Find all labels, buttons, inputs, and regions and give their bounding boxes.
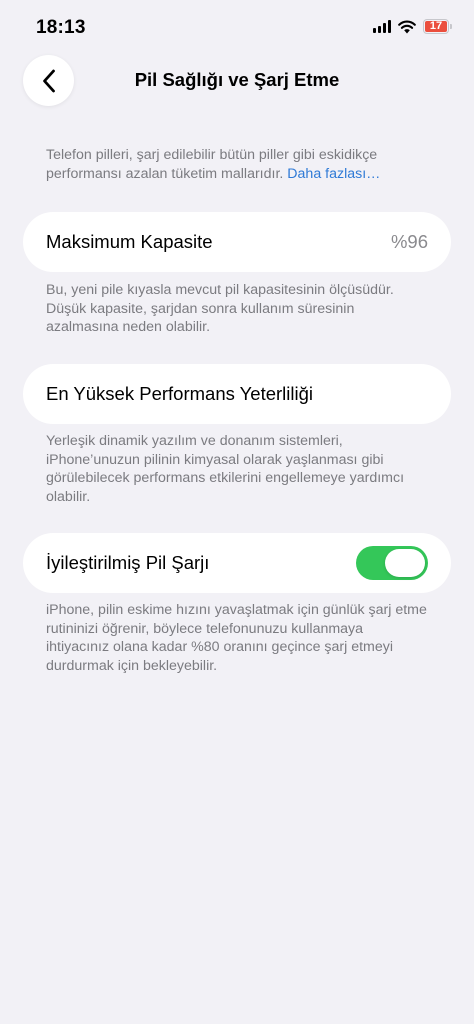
toggle-knob [385, 549, 425, 577]
optimized-charging-toggle[interactable] [356, 546, 428, 580]
max-capacity-label: Maksimum Kapasite [46, 231, 213, 252]
intro-note: Telefon pilleri, şarj edilebilir bütün p… [46, 146, 430, 183]
battery-level: 17 [425, 21, 447, 32]
battery-icon: 17 [423, 19, 449, 34]
max-capacity-description: Bu, yeni pile kıyasla mevcut pil kapasit… [46, 282, 394, 335]
status-icons: 17 [373, 19, 452, 34]
status-bar: 18:13 17 [0, 0, 474, 52]
cellular-signal-icon [373, 20, 391, 33]
peak-performance-description: Yerleşik dinamik yazılım ve donanım sist… [46, 433, 405, 505]
max-capacity-row: Maksimum Kapasite %96 [23, 212, 451, 272]
optimized-charging-label: İyileştirilmiş Pil Şarjı [46, 552, 210, 573]
peak-performance-row: En Yüksek Performans Yeterliliği [23, 364, 451, 424]
optimized-charging-row: İyileştirilmiş Pil Şarjı [23, 533, 451, 593]
max-capacity-value: %96 [390, 231, 428, 252]
page-title: Pil Sağlığı ve Şarj Etme [134, 69, 340, 90]
navigation-bar: Pil Sağlığı ve Şarj Etme [0, 55, 474, 107]
peak-performance-label: En Yüksek Performans Yeterliliği [46, 383, 314, 404]
status-time: 18:13 [36, 17, 86, 38]
optimized-charging-description: iPhone, pilin eskime hızını yavaşlatmak … [46, 602, 427, 674]
wifi-icon [398, 20, 416, 33]
learn-more-link[interactable]: Daha fazlası… [287, 166, 380, 182]
